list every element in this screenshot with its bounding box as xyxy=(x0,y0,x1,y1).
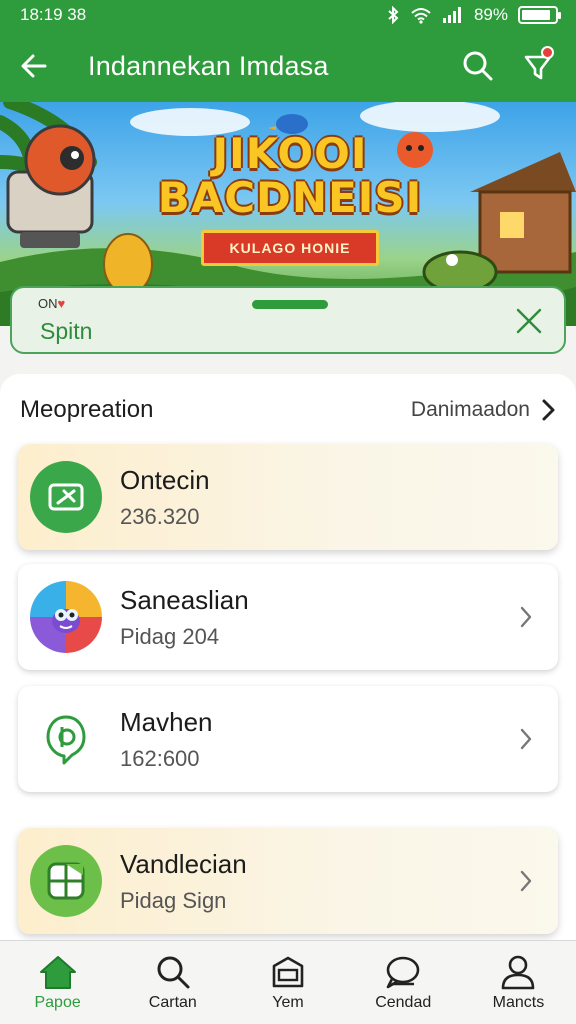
section-title: Meopreation xyxy=(20,396,154,423)
sheet-small-label: ON♥ xyxy=(38,296,66,311)
card-title: Vandlecian xyxy=(120,848,247,879)
chevron-right-icon xyxy=(506,597,546,637)
battery-icon xyxy=(518,6,561,24)
card-title: Saneaslian xyxy=(120,584,249,615)
list-item[interactable]: Saneaslian Pidag 204 xyxy=(18,564,558,670)
banner-title-line2: BACDNEISI xyxy=(157,173,423,222)
chat-pin-icon xyxy=(30,703,102,775)
list-item[interactable]: Mavhen 162:600 xyxy=(18,686,558,792)
status-icons: 89% xyxy=(386,5,561,25)
battery-level xyxy=(522,10,551,20)
status-bar: 18:19 38 89% xyxy=(0,0,576,30)
notification-badge xyxy=(541,46,554,59)
nav-label: Papoe xyxy=(34,993,81,1011)
bottom-nav: Papoe Cartan Yem Cendad Mancts xyxy=(0,940,576,1024)
signal-icon xyxy=(442,7,461,23)
list-item[interactable]: Vandlecian Pidag Sign xyxy=(18,828,558,934)
wifi-icon xyxy=(411,8,431,24)
card-subtitle: 162:600 xyxy=(120,745,200,771)
card-title: Ontecin xyxy=(120,464,210,495)
back-button[interactable] xyxy=(0,30,68,102)
section-link-label: Danimaadon xyxy=(410,398,530,421)
section-header: Meopreation Danimaadon xyxy=(20,396,556,424)
banner-ribbon: KULAGO HONIE xyxy=(200,230,380,266)
card-subtitle: Pidag Sign xyxy=(120,887,227,913)
bluetooth-icon xyxy=(388,6,399,24)
grid-doc-icon xyxy=(30,845,102,917)
list-item[interactable]: Ontecin 236.320 xyxy=(18,444,558,550)
chevron-right-icon xyxy=(542,399,555,421)
chat-icon xyxy=(386,956,420,988)
banner-title-box: JIKOOI BACDNEISI KULAGO HONIE xyxy=(140,132,440,266)
banner-title-line1: JIKOOI xyxy=(212,129,368,178)
nav-item-box[interactable]: Yem xyxy=(230,941,345,1024)
search-icon xyxy=(157,956,190,988)
page-title: Indannekan Imdasa xyxy=(88,50,329,81)
arrow-left-icon xyxy=(21,54,47,78)
close-button[interactable] xyxy=(514,306,544,336)
card-text: Mavhen 162:600 xyxy=(120,707,506,772)
battery-percent: 89% xyxy=(473,5,508,24)
status-time: 18:19 38 xyxy=(20,5,87,24)
nav-label: Mancts xyxy=(492,993,545,1011)
content-panel: Meopreation Danimaadon Ontecin 236.320 S… xyxy=(0,374,576,942)
mascot-icon xyxy=(30,581,102,653)
chevron-right-icon xyxy=(506,719,546,759)
search-button[interactable] xyxy=(448,30,508,102)
section-link[interactable]: Danimaadon xyxy=(411,398,556,422)
card-subtitle: 236.320 xyxy=(120,503,200,529)
notification-button[interactable] xyxy=(508,30,568,102)
nav-item-profile[interactable]: Mancts xyxy=(461,941,576,1024)
user-icon xyxy=(502,955,535,989)
nav-label: Cendad xyxy=(375,993,432,1011)
box-icon xyxy=(272,956,304,987)
home-icon xyxy=(39,955,76,989)
nav-label: Yem xyxy=(272,993,304,1011)
card-text: Ontecin 236.320 xyxy=(120,465,558,530)
card-title: Mavhen xyxy=(120,706,213,737)
card-text: Vandlecian Pidag Sign xyxy=(120,849,506,914)
card-text: Saneaslian Pidag 204 xyxy=(120,585,506,650)
card-subtitle: Pidag 204 xyxy=(120,623,220,649)
sheet-drag-handle[interactable] xyxy=(252,300,328,309)
search-sheet: ON♥ xyxy=(10,286,566,354)
chevron-right-icon xyxy=(506,861,546,901)
nav-item-search[interactable]: Cartan xyxy=(115,941,230,1024)
ticket-icon xyxy=(30,461,102,533)
nav-label: Cartan xyxy=(148,993,197,1011)
search-icon xyxy=(463,51,493,81)
nav-item-chat[interactable]: Cendad xyxy=(346,941,461,1024)
nav-item-home[interactable]: Papoe xyxy=(0,941,115,1024)
close-icon xyxy=(516,308,542,334)
app-bar: Indannekan Imdasa xyxy=(0,30,576,102)
search-input[interactable] xyxy=(40,318,420,345)
